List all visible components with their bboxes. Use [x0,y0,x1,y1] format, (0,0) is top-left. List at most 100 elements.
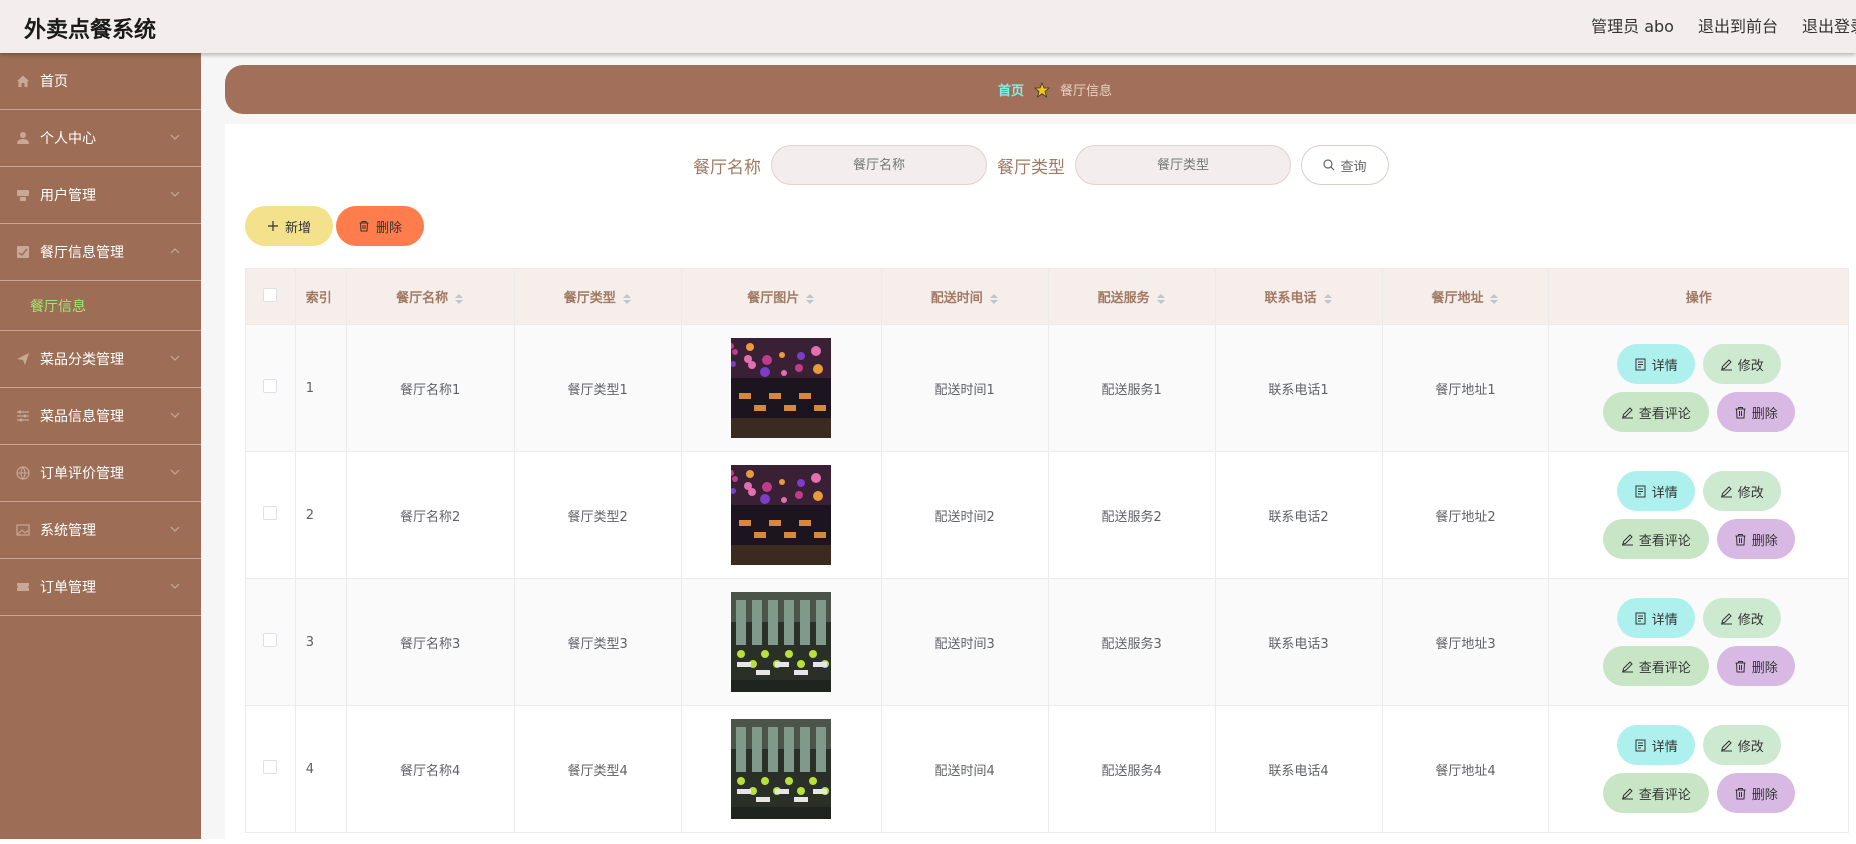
pencil-icon [1720,485,1732,497]
edit-button[interactable]: 修改 [1702,725,1781,765]
row-select-cell [245,324,296,452]
view-comments-button[interactable]: 查看评论 [1602,773,1709,813]
header-delivery-time[interactable]: 配送时间 [880,268,1049,325]
sidebar-item-system[interactable]: 系统管理 [0,502,201,559]
chevron-down-icon [170,469,180,475]
row-delete-button[interactable]: 删除 [1716,773,1795,813]
cell-type: 餐厅类型2 [513,451,682,579]
cell-delivery-time: 配送时间4 [880,705,1049,833]
trash-icon [1735,660,1746,672]
breadcrumb-home[interactable]: 首页 [998,80,1024,99]
sort-icon [806,293,815,304]
add-button[interactable]: 新增 [245,206,333,246]
header-address[interactable]: 餐厅地址 [1381,268,1550,325]
row-delete-button[interactable]: 删除 [1716,392,1795,432]
edit-button[interactable]: 修改 [1702,344,1781,384]
cell-name: 餐厅名称2 [345,451,515,579]
table-header-row: 索引 餐厅名称 餐厅类型 餐厅图片 配送时间 配送服务 联系电话 餐厅地址 操作 [245,268,1849,325]
row-delete-label: 删除 [1751,406,1778,422]
cell-address: 餐厅地址1 [1381,324,1550,452]
restaurant-type-label: 餐厅类型 [997,157,1065,178]
sidebar-item-label: 订单评价管理 [40,466,124,482]
restaurant-image[interactable] [731,592,832,692]
app-title: 外卖点餐系统 [24,18,157,43]
search-form: 餐厅名称 餐厅类型 查询 [693,145,1389,185]
pencil-icon [1621,787,1633,799]
row-checkbox[interactable] [263,760,278,774]
header-image[interactable]: 餐厅图片 [680,268,882,325]
query-button-label: 查询 [1340,159,1367,175]
globe-icon [14,464,32,482]
restaurant-image[interactable] [731,338,832,438]
header-label: 餐厅类型 [563,291,616,306]
sidebar-item-restaurant-info[interactable]: 餐厅信息管理 [0,224,201,281]
edit-label: 修改 [1737,358,1764,374]
pencil-icon [1720,739,1732,751]
sidebar-item-order-review[interactable]: 订单评价管理 [0,445,201,502]
sort-icon [455,293,464,304]
restaurant-image[interactable] [731,465,832,565]
sidebar-item-label: 系统管理 [40,523,96,539]
restaurant-name-input[interactable] [771,145,987,185]
row-delete-button[interactable]: 删除 [1716,519,1795,559]
sidebar-item-orders[interactable]: 订单管理 [0,559,201,616]
send-icon [14,350,32,368]
view-comments-button[interactable]: 查看评论 [1602,519,1709,559]
admin-user-label[interactable]: 管理员 abo [1591,13,1674,37]
cell-actions: 详情 修改 查看评论 删除 [1548,705,1849,833]
header-name[interactable]: 餐厅名称 [345,268,515,325]
sidebar-item-dish-category[interactable]: 菜品分类管理 [0,331,201,388]
view-comments-label: 查看评论 [1638,660,1691,676]
header-phone[interactable]: 联系电话 [1214,268,1383,325]
edit-button[interactable]: 修改 [1702,471,1781,511]
chevron-up-icon [170,248,180,254]
row-checkbox[interactable] [263,633,278,647]
row-checkbox[interactable] [263,506,278,520]
cell-address: 餐厅地址2 [1381,451,1550,579]
detail-button[interactable]: 详情 [1616,725,1695,765]
sidebar-item-users[interactable]: 用户管理 [0,167,201,224]
document-icon [1635,612,1646,624]
batch-delete-button[interactable]: 删除 [336,206,424,246]
sidebar-item-label: 首页 [40,74,68,90]
cell-actions: 详情 修改 查看评论 删除 [1548,451,1849,579]
sidebar-item-dish-info[interactable]: 菜品信息管理 [0,388,201,445]
restaurant-type-input[interactable] [1075,145,1291,185]
row-actions-top: 详情 修改 [1616,725,1781,765]
view-comments-button[interactable]: 查看评论 [1602,646,1709,686]
sidebar-item-home[interactable]: 首页 [0,53,201,110]
chevron-down-icon [170,191,180,197]
sidebar-item-personal[interactable]: 个人中心 [0,110,201,167]
sort-icon [1323,293,1332,304]
logout-link[interactable]: 退出登录 [1802,13,1856,37]
cell-name: 餐厅名称3 [345,578,515,706]
view-comments-button[interactable]: 查看评论 [1602,392,1709,432]
cell-index: 3 [294,578,347,706]
cell-phone: 联系电话1 [1214,324,1383,452]
table-row: 4 餐厅名称4 餐厅类型4 配送时间4 配送服务4 联系电话4 餐厅地址4 详情… [245,705,1849,833]
restaurant-image[interactable] [731,719,832,819]
row-actions-bottom: 查看评论 删除 [1602,773,1795,813]
detail-button[interactable]: 详情 [1616,471,1695,511]
row-delete-button[interactable]: 删除 [1716,646,1795,686]
query-button[interactable]: 查询 [1301,145,1389,185]
row-checkbox[interactable] [263,379,278,393]
sort-icon [989,293,998,304]
back-to-front-link[interactable]: 退出到前台 [1698,13,1778,37]
header-delivery-service[interactable]: 配送服务 [1047,268,1216,325]
row-select-cell [245,705,296,833]
header-type[interactable]: 餐厅类型 [513,268,682,325]
detail-label: 详情 [1651,739,1678,755]
main-content: 首页 餐厅信息 餐厅名称 餐厅类型 查询 新增 删除 [201,53,1856,844]
edit-button[interactable]: 修改 [1702,598,1781,638]
sidebar-subitem-restaurant-info[interactable]: 餐厅信息 [0,281,201,331]
chevron-down-icon [170,412,180,418]
document-icon [1635,739,1646,751]
detail-button[interactable]: 详情 [1616,344,1695,384]
cell-index: 4 [294,705,347,833]
select-all-checkbox[interactable] [263,287,278,302]
chevron-down-icon [170,583,180,589]
cell-delivery-time: 配送时间3 [880,578,1049,706]
detail-button[interactable]: 详情 [1616,598,1695,638]
pencil-icon [1720,612,1732,624]
